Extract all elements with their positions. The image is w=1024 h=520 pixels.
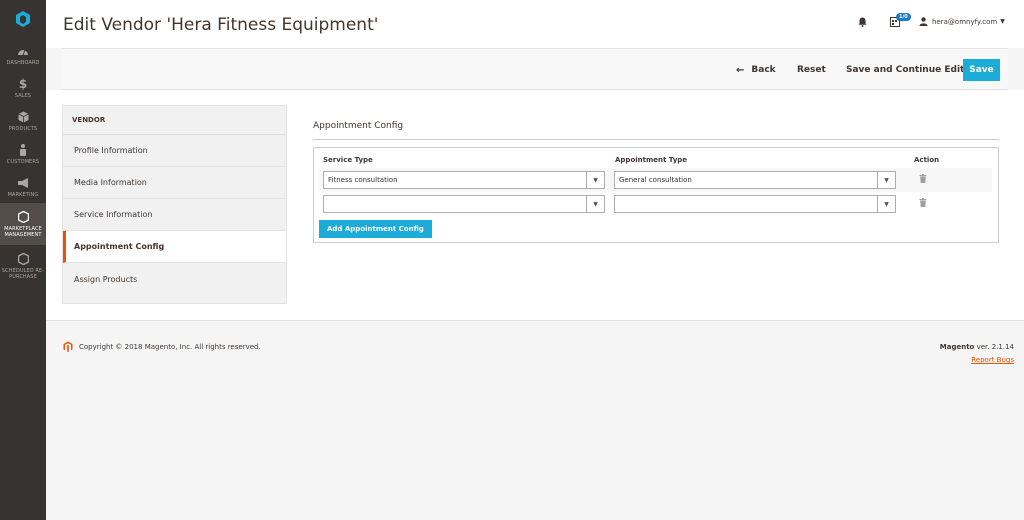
menu-scheduled-repurchase[interactable]: SCHEDULED RE-PURCHASE — [0, 245, 46, 287]
chevron-down-icon: ▼ — [586, 172, 604, 188]
version-number: ver. 2.1.14 — [976, 343, 1014, 351]
cube-icon — [17, 110, 29, 124]
page-content: Edit Vendor 'Hera Fitness Equipment' 1/0… — [46, 0, 1024, 520]
dollar-icon: $ — [18, 76, 28, 91]
section-title: Appointment Config — [313, 121, 999, 140]
page-footer: Copyright © 2018 Magento, Inc. All right… — [46, 320, 1024, 520]
magento-logo-icon — [63, 341, 73, 352]
magento-logo[interactable] — [0, 0, 46, 38]
person-icon — [19, 143, 27, 157]
appointment-grid: Service Type Appointment Type Action Fit… — [313, 147, 999, 243]
notifications-button[interactable]: 1/0 — [890, 13, 911, 30]
menu-customers[interactable]: CUSTOMERS — [0, 137, 46, 170]
page-actions-bar: ← Back Reset Save and Continue Edit Save — [62, 48, 1008, 90]
tabs-heading: VENDOR — [63, 106, 286, 135]
back-button[interactable]: ← Back — [736, 59, 776, 81]
column-header-service-type: Service Type — [323, 156, 373, 164]
vendor-tabs: VENDOR Profile Information Media Informa… — [62, 105, 287, 304]
hexagon-icon — [17, 210, 29, 224]
appointment-type-select[interactable]: General consultation ▼ — [614, 171, 896, 189]
notification-badge: 1/0 — [896, 13, 911, 21]
page-title: Edit Vendor 'Hera Fitness Equipment' — [63, 15, 379, 35]
bell-icon[interactable] — [858, 17, 867, 30]
service-type-select[interactable]: ▼ — [323, 195, 605, 213]
menu-dashboard[interactable]: DASHBOARD — [0, 38, 46, 71]
service-type-select[interactable]: Fitness consultation ▼ — [323, 171, 605, 189]
chevron-down-icon: ▼ — [877, 196, 895, 212]
tab-media-information[interactable]: Media Information — [63, 167, 286, 199]
user-name: hera@omnyfy.com — [932, 17, 998, 26]
trash-icon[interactable] — [919, 198, 927, 210]
menu-sales[interactable]: $ SALES — [0, 71, 46, 104]
tab-assign-products[interactable]: Assign Products — [63, 263, 286, 295]
admin-sidebar: DASHBOARD $ SALES PRODUCTS CUSTOMERS MAR… — [0, 0, 46, 520]
menu-marketplace-management[interactable]: MARKETPLACE MANAGEMENT — [0, 203, 46, 245]
tab-service-information[interactable]: Service Information — [63, 199, 286, 231]
arrow-left-icon: ← — [736, 64, 745, 76]
menu-products[interactable]: PRODUCTS — [0, 104, 46, 137]
table-row: ▼ ▼ — [319, 192, 992, 216]
appointment-config-section: Appointment Config Service Type Appointm… — [313, 121, 999, 243]
user-menu[interactable]: hera@omnyfy.com ▼ — [919, 17, 1005, 26]
megaphone-icon — [17, 176, 30, 190]
logo-icon — [16, 11, 30, 27]
user-icon — [919, 17, 928, 26]
column-header-action: Action — [914, 156, 940, 164]
brand-name: Magento — [939, 343, 975, 351]
reset-button[interactable]: Reset — [797, 59, 826, 81]
copyright: Copyright © 2018 Magento, Inc. All right… — [63, 341, 261, 352]
appointment-type-select[interactable]: ▼ — [614, 195, 896, 213]
tab-profile-information[interactable]: Profile Information — [63, 135, 286, 167]
chevron-down-icon: ▼ — [586, 196, 604, 212]
version-info: Magento ver. 2.1.14 Report Bugs — [940, 341, 1014, 367]
save-and-continue-button[interactable]: Save and Continue Edit — [846, 59, 964, 81]
report-bugs-link[interactable]: Report Bugs — [971, 356, 1014, 364]
trash-icon[interactable] — [919, 174, 927, 186]
table-row: Fitness consultation ▼ General consultat… — [319, 168, 992, 192]
column-header-appointment-type: Appointment Type — [615, 156, 688, 164]
page-header: Edit Vendor 'Hera Fitness Equipment' 1/0… — [46, 0, 1024, 48]
hexagon-icon — [17, 252, 29, 266]
menu-marketing[interactable]: MARKETING — [0, 170, 46, 203]
chevron-down-icon: ▼ — [877, 172, 895, 188]
add-appointment-config-button[interactable]: Add Appointment Config — [319, 220, 432, 238]
chevron-down-icon: ▼ — [1000, 18, 1005, 25]
tab-appointment-config[interactable]: Appointment Config — [63, 231, 286, 263]
save-button[interactable]: Save — [963, 59, 1000, 81]
dashboard-icon — [17, 44, 29, 58]
